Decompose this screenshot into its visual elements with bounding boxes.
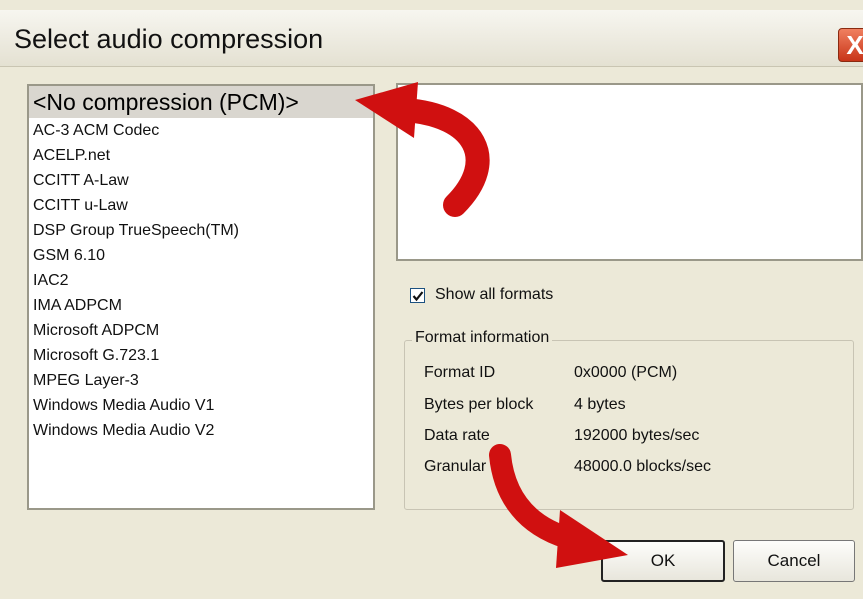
list-item-no-compression[interactable]: <No compression (PCM)>	[29, 86, 373, 118]
format-id-value: 0x0000 (PCM)	[574, 364, 678, 381]
ok-button[interactable]: OK	[601, 540, 725, 582]
show-all-formats-label: Show all formats	[435, 286, 554, 303]
granularity-value: 48000.0 blocks/sec	[574, 458, 711, 475]
data-rate-value: 192000 bytes/sec	[574, 427, 700, 444]
list-item-dsp-truespeech[interactable]: DSP Group TrueSpeech(TM)	[29, 218, 373, 243]
granularity-label: Granular	[424, 458, 487, 475]
cancel-button[interactable]: Cancel	[733, 540, 855, 582]
list-item-iac2[interactable]: IAC2	[29, 268, 373, 293]
list-item-acelp-net[interactable]: ACELP.net	[29, 143, 373, 168]
list-item-mpeg-layer-3[interactable]: MPEG Layer-3	[29, 368, 373, 393]
list-item-wma-v1[interactable]: Windows Media Audio V1	[29, 393, 373, 418]
select-audio-compression-dialog: Select audio compression X <No compressi…	[0, 0, 863, 599]
list-item-wma-v2[interactable]: Windows Media Audio V2	[29, 418, 373, 443]
close-button[interactable]: X	[838, 28, 863, 62]
list-item-microsoft-g7231[interactable]: Microsoft G.723.1	[29, 343, 373, 368]
list-item-microsoft-adpcm[interactable]: Microsoft ADPCM	[29, 318, 373, 343]
format-information-legend: Format information	[412, 329, 553, 347]
show-all-formats-option[interactable]: Show all formats	[410, 284, 553, 306]
list-item-ccitt-u-law[interactable]: CCITT u-Law	[29, 193, 373, 218]
data-rate-label: Data rate	[424, 427, 490, 444]
format-preview-box	[396, 83, 863, 261]
checkmark-icon	[412, 290, 424, 301]
format-id-label: Format ID	[424, 364, 496, 381]
close-icon: X	[846, 29, 863, 60]
list-item-ima-adpcm[interactable]: IMA ADPCM	[29, 293, 373, 318]
list-item-gsm-610[interactable]: GSM 6.10	[29, 243, 373, 268]
codec-listbox[interactable]: <No compression (PCM)> AC-3 ACM Codec AC…	[27, 84, 375, 510]
bytes-per-block-label: Bytes per block	[424, 396, 534, 413]
title-bar[interactable]: Select audio compression X	[0, 10, 863, 67]
list-item-ac3-acm-codec[interactable]: AC-3 ACM Codec	[29, 118, 373, 143]
bytes-per-block-value: 4 bytes	[574, 396, 626, 413]
window-title: Select audio compression	[14, 24, 324, 54]
list-item-ccitt-a-law[interactable]: CCITT A-Law	[29, 168, 373, 193]
show-all-formats-checkbox[interactable]	[410, 287, 425, 303]
